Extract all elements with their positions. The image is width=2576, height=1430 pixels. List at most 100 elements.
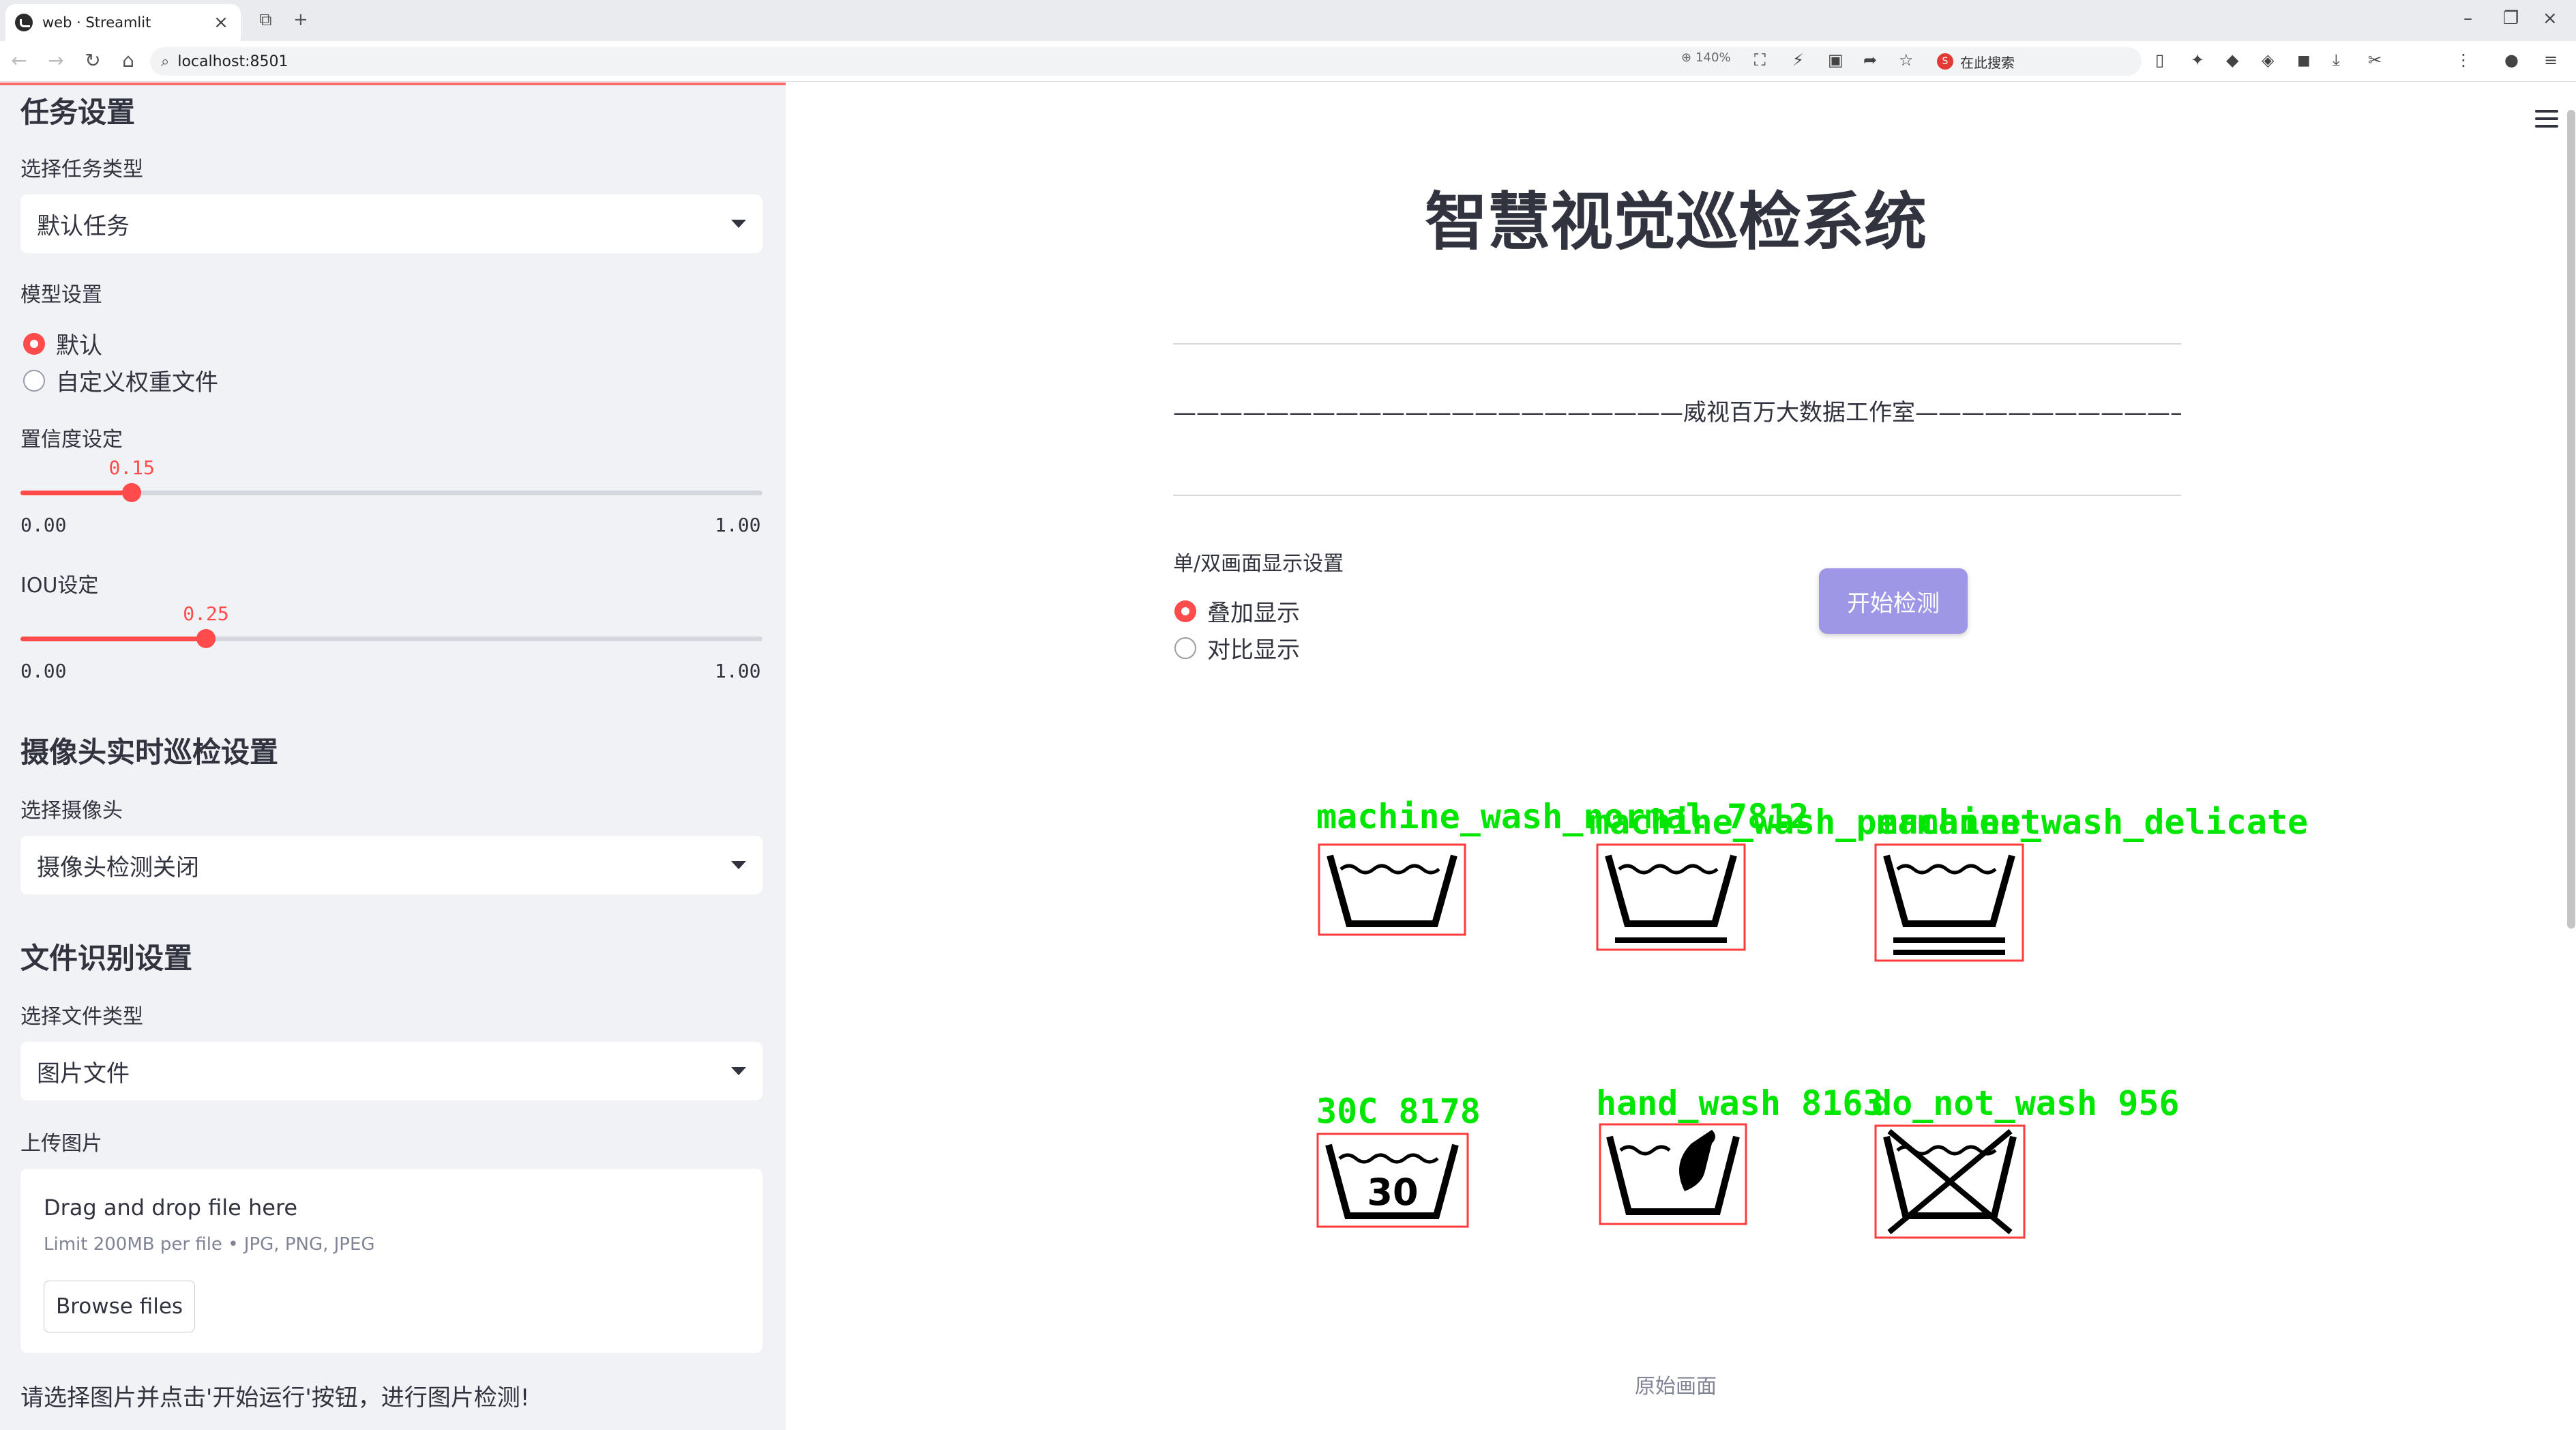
display-option-compare[interactable]: 对比显示	[1174, 631, 1300, 665]
image-caption: 原始画面	[1635, 1375, 1717, 1399]
iou-max: 1.00	[715, 660, 761, 682]
chevron-down-icon	[731, 1067, 746, 1075]
iou-slider-thumb[interactable]	[196, 629, 216, 648]
browse-files-button[interactable]: Browse files	[44, 1281, 195, 1332]
sidebar: 任务设置 选择任务类型 默认任务 模型设置 默认 自定义权重文件 置信度设定 0…	[0, 83, 786, 1430]
chevron-down-icon	[731, 861, 746, 869]
close-window-icon[interactable]: ×	[2543, 8, 2558, 29]
home-icon[interactable]: ⌂	[116, 49, 140, 72]
iou-label: IOU设定	[20, 574, 99, 598]
new-tab-icon[interactable]: +	[293, 10, 308, 30]
detection-label: hand_wash 8163	[1596, 1083, 1883, 1123]
display-option-label: 对比显示	[1207, 637, 1300, 664]
confidence-value: 0.15	[108, 456, 155, 479]
file-type-label: 选择文件类型	[20, 1005, 143, 1029]
dropzone-title: Drag and drop file here	[44, 1195, 298, 1221]
streamlit-favicon-icon	[15, 14, 33, 31]
dropzone-limit-text: Limit 200MB per file • JPG, PNG, JPEG	[44, 1234, 375, 1255]
forward-icon[interactable]: →	[44, 49, 68, 72]
iou-min: 0.00	[20, 660, 67, 682]
model-option-label: 默认	[56, 332, 102, 360]
radio-unselected-icon	[1174, 637, 1196, 659]
detection-label: machine_wash_delicate	[1877, 802, 2308, 842]
avatar[interactable]: ●	[2504, 50, 2519, 70]
zoom-level: 140%	[1696, 50, 1731, 65]
start-detection-button[interactable]: 开始检测	[1819, 568, 1968, 634]
display-mode-label: 单/双画面显示设置	[1173, 552, 1344, 576]
iou-slider[interactable]	[20, 629, 763, 648]
detection-result-image: machine_wash_normal 7812 machine_wash_pe…	[1316, 797, 2308, 1239]
studio-subtitle: ——————————————————————威视百万大数据工作室————————…	[1173, 399, 2181, 426]
zoom-icon: ⊕	[1681, 50, 1692, 65]
radio-unselected-icon	[23, 369, 45, 392]
tab-group-icon[interactable]: ⧉	[259, 10, 272, 31]
confidence-slider-thumb[interactable]	[122, 483, 142, 502]
confidence-label: 置信度设定	[20, 428, 123, 452]
translate-icon[interactable]: ⛶	[1754, 50, 1766, 70]
page-title: 智慧视觉巡检系统	[1424, 186, 1927, 259]
browser-menu-icon[interactable]: ≡	[2544, 50, 2558, 70]
search-icon: ⌕	[161, 53, 170, 70]
task-settings-header: 任务设置	[20, 96, 136, 129]
camera-select-label: 选择摄像头	[20, 799, 123, 823]
camera-select-value: 摄像头检测关闭	[37, 853, 199, 881]
file-type-value: 图片文件	[37, 1060, 130, 1088]
display-option-overlay[interactable]: 叠加显示	[1174, 594, 1300, 628]
camera-settings-header: 摄像头实时巡检设置	[20, 735, 279, 769]
detection-label: do_not_wash 956	[1871, 1083, 2180, 1123]
task-type-value: 默认任务	[37, 212, 130, 240]
extension-icon[interactable]: ✦	[2191, 50, 2204, 70]
extension-icon[interactable]: ◆	[2226, 50, 2238, 70]
radio-selected-icon	[23, 332, 45, 355]
task-type-select[interactable]: 默认任务	[20, 194, 763, 253]
model-option-custom-weights[interactable]: 自定义权重文件	[23, 364, 218, 397]
search-engine-box[interactable]: S 在此搜索	[1937, 48, 2138, 75]
extension-icon[interactable]: ◼	[2297, 50, 2311, 70]
file-type-select[interactable]: 图片文件	[20, 1042, 763, 1100]
restore-icon[interactable]: ❐	[2503, 8, 2519, 29]
extension-icon[interactable]: ◈	[2262, 50, 2274, 70]
camera-select[interactable]: 摄像头检测关闭	[20, 836, 763, 894]
file-uploader-dropzone[interactable]: Drag and drop file here Limit 200MB per …	[20, 1169, 763, 1353]
menu-dots-icon[interactable]: ⋮	[2455, 50, 2472, 70]
reader-icon[interactable]: ▯	[2155, 50, 2164, 70]
tab-title: web · Streamlit	[42, 14, 151, 31]
scrollbar[interactable]	[2567, 110, 2575, 929]
iou-slider-fill	[20, 637, 206, 641]
divider	[1173, 343, 2181, 345]
download-icon[interactable]: ⤓	[2333, 50, 2340, 70]
upload-image-label: 上传图片	[20, 1132, 102, 1156]
url-text: localhost:8501	[177, 53, 288, 70]
radio-selected-icon	[1174, 600, 1196, 622]
file-settings-header: 文件识别设置	[20, 942, 193, 975]
confidence-slider[interactable]	[20, 483, 763, 502]
main-content: 智慧视觉巡检系统 ——————————————————————威视百万大数据工作…	[786, 83, 2576, 1430]
divider	[1173, 495, 2181, 496]
detection-label: 30C 8178	[1316, 1092, 1481, 1131]
search-engine-logo-icon: S	[1937, 53, 1953, 70]
screenshot-icon[interactable]: ▣	[1828, 50, 1844, 70]
detection-item: hand_wash 8163	[1596, 1083, 1883, 1225]
detection-item: 30C 8178 30	[1316, 1092, 1481, 1228]
model-option-label: 自定义权重文件	[56, 369, 218, 396]
detection-item: machine_wash_delicate	[1874, 802, 2308, 962]
display-option-label: 叠加显示	[1207, 600, 1300, 627]
lightning-icon[interactable]: ⚡	[1792, 50, 1804, 70]
browser-address-bar: ← → ↻ ⌂ ⌕ localhost:8501 ⊕ 140% ⛶ ⚡ ▣ ➦ …	[0, 41, 2576, 82]
share-icon[interactable]: ➦	[1863, 50, 1877, 70]
svg-text:30: 30	[1367, 1171, 1418, 1214]
model-option-default[interactable]: 默认	[23, 327, 102, 360]
minimize-icon[interactable]: –	[2463, 8, 2472, 29]
scissors-icon[interactable]: ✂	[2368, 50, 2382, 70]
confidence-max: 1.00	[715, 514, 761, 536]
bookmark-star-icon[interactable]: ☆	[1899, 50, 1914, 70]
search-engine-placeholder: 在此搜索	[1960, 54, 2015, 71]
reload-icon[interactable]: ↻	[80, 49, 105, 72]
browser-tab[interactable]: web · Streamlit ×	[5, 4, 241, 41]
zoom-indicator[interactable]: ⊕ 140%	[1681, 50, 1731, 65]
model-settings-label: 模型设置	[20, 283, 102, 307]
back-icon[interactable]: ←	[7, 49, 31, 72]
tab-close-icon[interactable]: ×	[211, 12, 231, 33]
confidence-slider-fill	[20, 491, 132, 495]
app-menu-icon[interactable]	[2535, 110, 2560, 129]
